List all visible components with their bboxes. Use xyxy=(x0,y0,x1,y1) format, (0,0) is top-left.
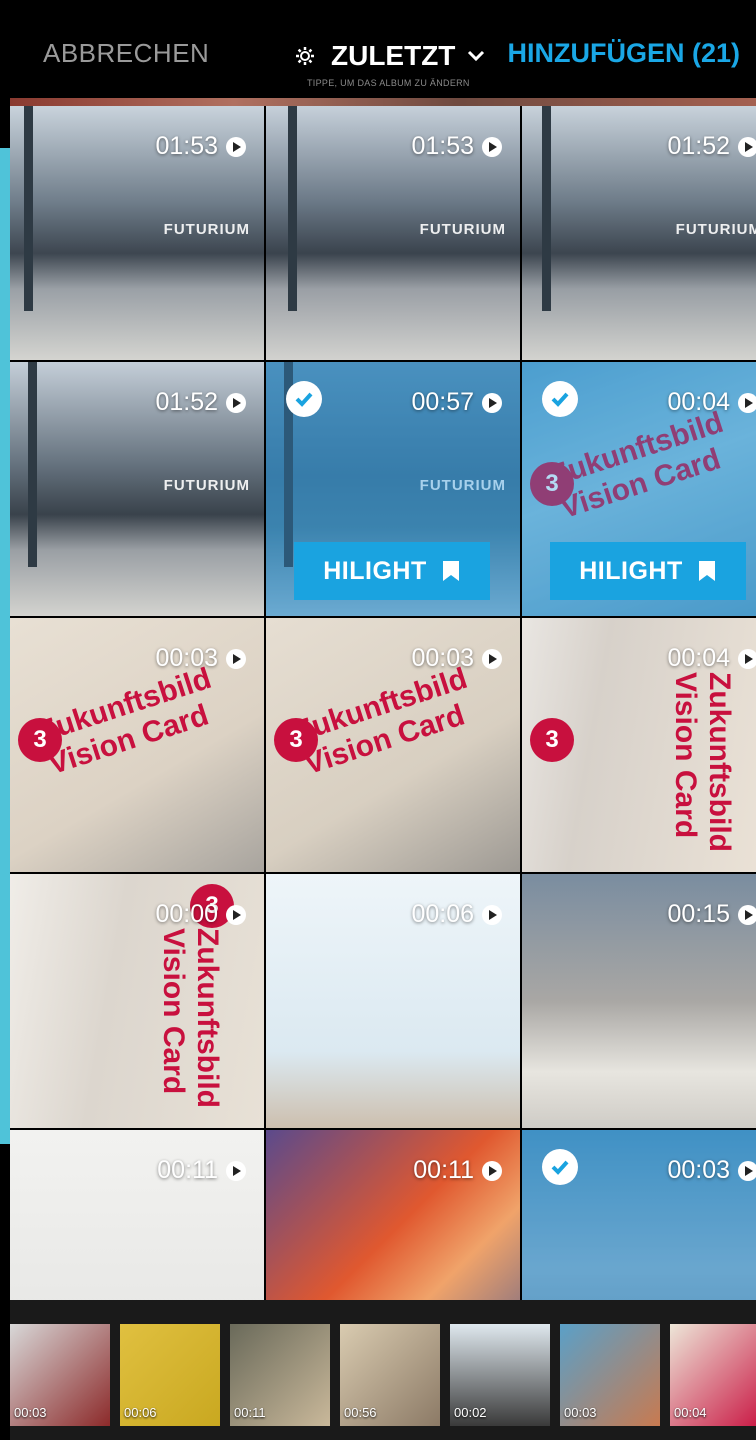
album-selector[interactable]: ZULETZT xyxy=(295,36,485,76)
duration-label: 00:06 xyxy=(411,900,502,929)
selected-thumbnail[interactable]: 00:02 xyxy=(450,1324,550,1426)
lamp-post xyxy=(28,362,37,567)
hilight-tag-icon xyxy=(698,561,715,581)
selected-thumbnail[interactable]: 00:56 xyxy=(340,1324,440,1426)
checkmark-icon[interactable] xyxy=(286,381,322,417)
play-icon xyxy=(482,1160,502,1181)
video-tile[interactable]: Zukunftsbild Vision Card 3 00:04 HILIGHT xyxy=(522,362,756,616)
duration-label: 00:03 xyxy=(667,1156,756,1185)
media-grid: FUTURIUM 01:53 FUTURIUM 01:53 FUTURIUM 01:52 F… xyxy=(10,106,756,1300)
album-hint: TIPPE, UM DAS ALBUM ZU ÄNDERN xyxy=(307,78,470,88)
thumbnail-duration: 00:02 xyxy=(454,1405,487,1420)
selected-tray: 00:03 00:06 00:11 00:56 00:02 00:03 00:04 xyxy=(10,1300,756,1440)
video-tile[interactable]: 00:11 xyxy=(10,1130,264,1300)
selected-thumbnail[interactable]: 00:03 xyxy=(10,1324,110,1426)
duration-label: 00:03 xyxy=(411,644,502,673)
play-icon xyxy=(482,392,502,413)
selected-thumbnail[interactable]: 00:04 xyxy=(670,1324,756,1426)
video-tile[interactable]: FUTURIUM 01:53 xyxy=(10,106,264,360)
video-tile[interactable]: Zukunftsbild Vision Card 3 00:03 xyxy=(266,618,520,872)
thumbnail-duration: 00:06 xyxy=(124,1405,157,1420)
duration-label: 00:11 xyxy=(413,1156,502,1185)
cancel-button[interactable]: ABBRECHEN xyxy=(43,38,209,69)
thumbnail-strip: 00:03 00:06 00:11 00:56 00:02 00:03 00:04 xyxy=(10,1324,756,1426)
video-tile[interactable]: FUTURIUM 01:53 xyxy=(266,106,520,360)
play-icon xyxy=(226,1160,246,1181)
duration-label: 01:52 xyxy=(155,388,246,417)
play-icon xyxy=(738,904,756,925)
thumbnail-duration: 00:04 xyxy=(674,1405,707,1420)
thumbnail-duration: 00:03 xyxy=(14,1405,47,1420)
play-icon xyxy=(226,904,246,925)
hilight-badge[interactable]: HILIGHT xyxy=(550,542,746,600)
video-tile[interactable]: Zukunftsbild Vision Card 3 00:00 xyxy=(10,874,264,1128)
duration-label: 01:53 xyxy=(155,132,246,161)
lamp-post xyxy=(542,106,551,311)
duration-label: 01:52 xyxy=(667,132,756,161)
sign-text: FUTURIUM xyxy=(163,221,250,238)
selected-thumbnail[interactable]: 00:06 xyxy=(120,1324,220,1426)
duration-label: 00:00 xyxy=(155,900,246,929)
thumbnail-duration: 00:11 xyxy=(234,1405,266,1420)
duration-label: 00:04 xyxy=(667,644,756,673)
partial-row xyxy=(10,98,756,106)
album-icon xyxy=(296,47,314,65)
album-label: ZULETZT xyxy=(331,40,456,71)
play-icon xyxy=(738,648,756,669)
card-number-badge: 3 xyxy=(530,718,574,762)
duration-label: 00:11 xyxy=(157,1156,246,1185)
play-icon xyxy=(738,136,756,157)
play-icon xyxy=(738,1160,756,1181)
duration-label: 01:53 xyxy=(411,132,502,161)
video-tile[interactable]: FUTURIUM 01:52 xyxy=(10,362,264,616)
play-icon xyxy=(738,392,756,413)
card-number-badge: 3 xyxy=(274,718,318,762)
add-button[interactable]: HINZUFÜGEN (21) xyxy=(507,38,740,69)
thumbnail-duration: 00:56 xyxy=(344,1405,377,1420)
checkmark-icon[interactable] xyxy=(542,381,578,417)
side-strip xyxy=(0,148,10,1144)
selected-thumbnail[interactable]: 00:03 xyxy=(560,1324,660,1426)
duration-label: 00:04 xyxy=(667,388,756,417)
video-tile[interactable]: 00:03 xyxy=(522,1130,756,1300)
video-tile[interactable]: 00:15 xyxy=(522,874,756,1128)
card-title: Zukunftsbild Vision Card xyxy=(668,672,736,852)
lamp-post xyxy=(24,106,33,311)
card-title: Zukunftsbild Vision Card xyxy=(156,928,224,1108)
selected-thumbnail[interactable]: 00:11 xyxy=(230,1324,330,1426)
play-icon xyxy=(482,904,502,925)
video-tile[interactable]: FUTURIUM 00:57 HILIGHT xyxy=(266,362,520,616)
duration-label: 00:57 xyxy=(411,388,502,417)
video-tile[interactable]: FUTURIUM 01:52 xyxy=(522,106,756,360)
sign-text: FUTURIUM xyxy=(675,221,756,238)
video-tile[interactable]: 00:11 xyxy=(266,1130,520,1300)
video-tile[interactable]: 00:06 xyxy=(266,874,520,1128)
play-icon xyxy=(482,136,502,157)
video-tile[interactable]: Zukunftsbild Vision Card 3 00:03 xyxy=(10,618,264,872)
duration-label: 00:03 xyxy=(155,644,246,673)
top-bar: ABBRECHEN ZULETZT TIPPE, UM DAS ALBUM ZU… xyxy=(10,0,756,98)
video-tile[interactable]: Zukunftsbild Vision Card 3 00:04 xyxy=(522,618,756,872)
play-icon xyxy=(482,648,502,669)
checkmark-icon[interactable] xyxy=(542,1149,578,1185)
play-icon xyxy=(226,136,246,157)
sign-text: FUTURIUM xyxy=(163,477,250,494)
hilight-badge[interactable]: HILIGHT xyxy=(294,542,490,600)
play-icon xyxy=(226,648,246,669)
duration-label: 00:15 xyxy=(667,900,756,929)
lamp-post xyxy=(288,106,297,311)
card-number-badge: 3 xyxy=(18,718,62,762)
thumbnail-duration: 00:03 xyxy=(564,1405,597,1420)
chevron-down-icon xyxy=(468,50,485,62)
hilight-tag-icon xyxy=(442,561,459,581)
play-icon xyxy=(226,392,246,413)
sign-text: FUTURIUM xyxy=(419,221,506,238)
